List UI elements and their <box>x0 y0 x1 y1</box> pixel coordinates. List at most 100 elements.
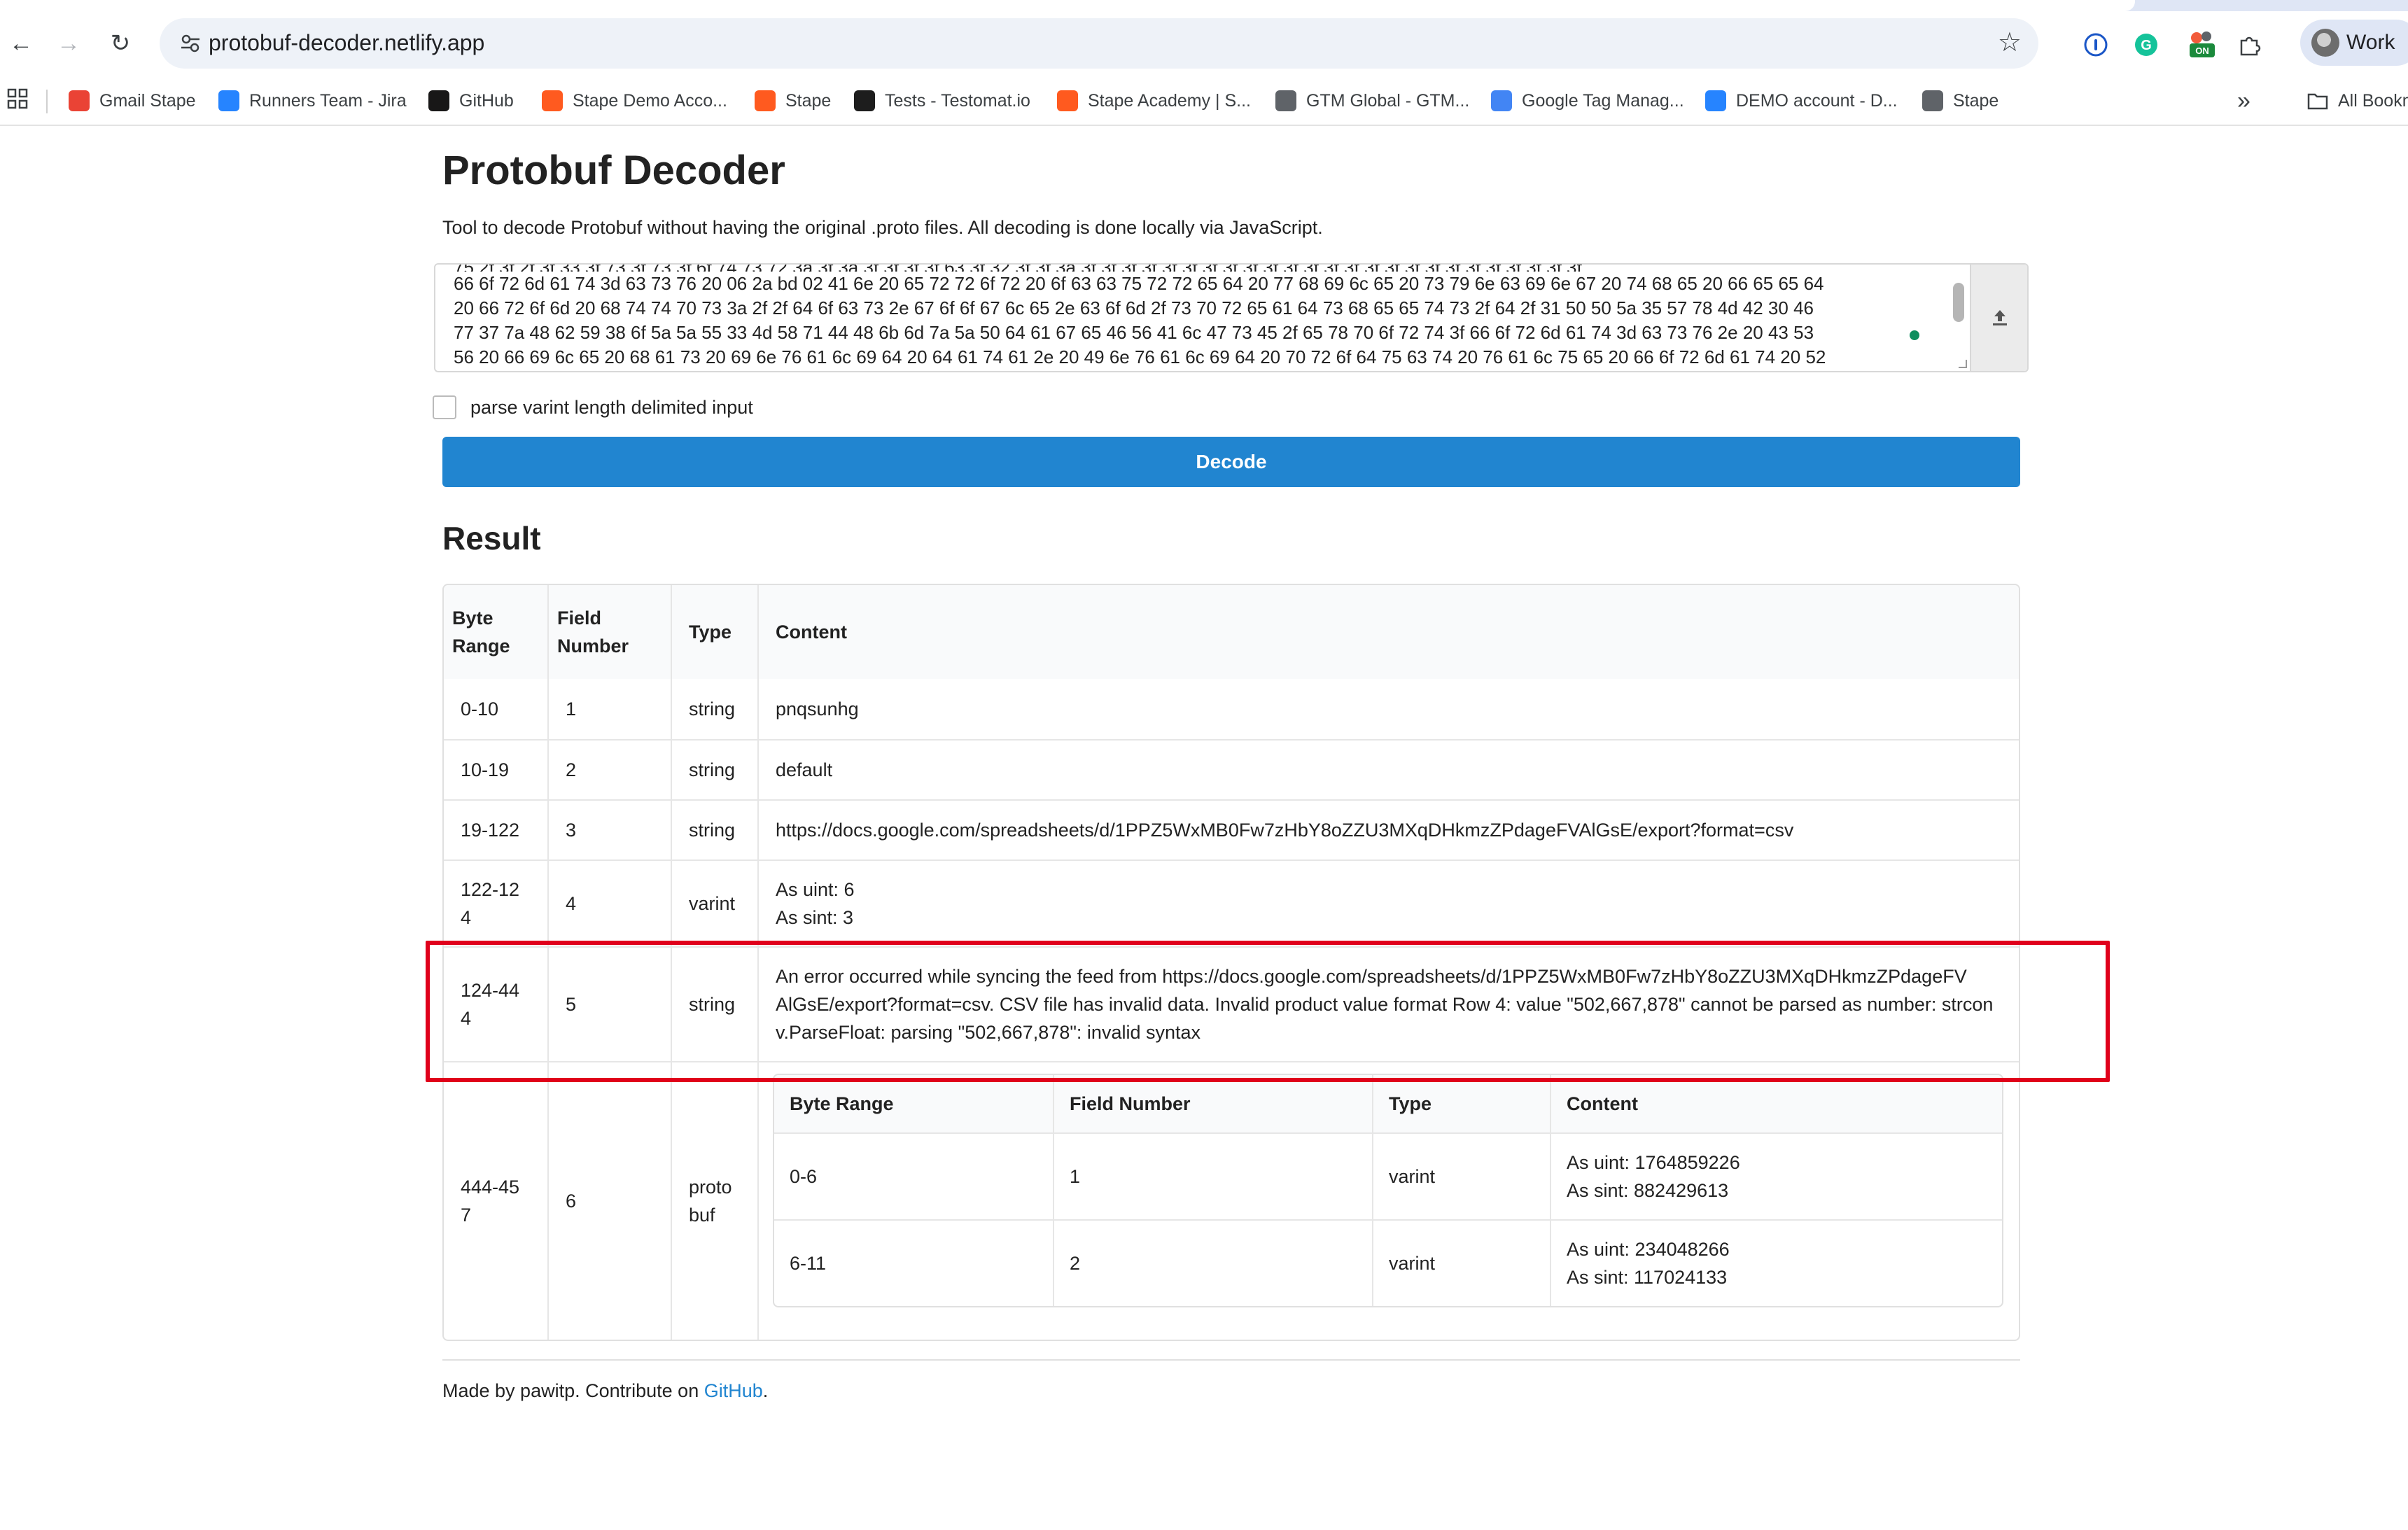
svg-text:ON: ON <box>2195 45 2209 56</box>
page-title: Protobuf Decoder <box>442 148 785 193</box>
header-byte-range: Byte Range <box>452 608 510 657</box>
type-cell: proto buf <box>671 1062 757 1340</box>
url-text[interactable]: protobuf-decoder.netlify.app <box>209 30 484 56</box>
nested-byte-range-cell: 0-6 <box>790 1166 818 1187</box>
bookmark-item[interactable]: gmail-icon Gmail Stape <box>69 87 196 115</box>
nested-byte-range-cell: 6-11 <box>790 1253 827 1274</box>
gtm-icon: gtm-icon <box>1491 90 1512 111</box>
bookmark-label: GTM Global - GTM... <box>1306 90 1470 111</box>
type-cell-line: string <box>689 759 736 780</box>
hex-line: 66 6f 72 6d 61 74 3d 63 73 76 20 06 2a b… <box>454 273 1824 294</box>
bookmark-label: Gmail Stape <box>99 90 196 111</box>
bookmark-item[interactable]: stape-icon Stape Academy | S... <box>1057 87 1251 115</box>
stape-icon: stape-icon <box>1057 90 1078 111</box>
type-cell: string <box>671 679 757 739</box>
browser-toolbar: ← → ↻ protobuf-decoder.netlify.app ☆ G O… <box>0 11 2408 76</box>
all-bookmarks-label: All Bookm <box>2338 90 2408 111</box>
byte-range-cell-line: 10-19 <box>461 759 510 780</box>
type-cell: string <box>671 741 757 799</box>
password-manager-icon[interactable] <box>2080 29 2111 60</box>
byte-range-cell: 10-19 <box>444 741 547 799</box>
type-cell-line: buf <box>689 1205 715 1226</box>
varint-checkbox-row[interactable]: parse varint length delimited input <box>433 393 753 421</box>
content-cell-line: https://docs.google.com/spreadsheets/d/1… <box>776 820 1794 841</box>
hex-input-text[interactable]: 75 2f 3f 2f 3f 33 3f 73 3f 73 3f 6f 74 7… <box>435 265 1968 371</box>
bookmark-item[interactable]: jira-icon Runners Team - Jira <box>218 87 407 115</box>
reload-icon[interactable]: ↻ <box>102 25 139 62</box>
bookmark-item[interactable]: stape-icon Stape <box>755 87 831 115</box>
github-icon: github-icon <box>428 90 449 111</box>
bookmarks-divider <box>46 90 48 113</box>
nested-content-line: As sint: 117024133 <box>1567 1267 1728 1288</box>
nested-type-cell: varint <box>1372 1221 1550 1306</box>
table-row: 122-12 4 4 varint As uint: 6 As sint: 3 <box>444 859 2019 946</box>
page-description: Tool to decode Protobuf without having t… <box>442 217 1323 238</box>
hex-line: 56 20 66 69 6c 65 20 68 61 73 20 69 6e 7… <box>454 346 1826 367</box>
site-info-icon[interactable] <box>175 28 206 59</box>
bookmark-item[interactable]: testomat-icon Tests - Testomat.io <box>854 87 1030 115</box>
svg-text:G: G <box>2141 38 2152 53</box>
byte-range-cell: 19-122 <box>444 801 547 859</box>
content-cell-line: As uint: 6 <box>776 879 855 900</box>
apps-grid-icon[interactable] <box>7 88 29 114</box>
extensions-puzzle-icon[interactable] <box>2234 29 2265 60</box>
nested-field-number-cell: 1 <box>1053 1134 1372 1219</box>
result-heading: Result <box>442 520 541 556</box>
bookmark-item[interactable]: confluence-icon DEMO account - D... <box>1705 87 1898 115</box>
stape-icon: stape-icon <box>755 90 776 111</box>
bookmark-label: Tests - Testomat.io <box>885 90 1030 111</box>
github-link[interactable]: GitHub <box>704 1380 763 1401</box>
varint-checkbox-label[interactable]: parse varint length delimited input <box>470 397 753 419</box>
testomat-icon: testomat-icon <box>854 90 875 111</box>
bookmark-star-icon[interactable]: ☆ <box>1998 27 2022 58</box>
table-row: 0-10 1 string pnqsunhg <box>444 679 2019 739</box>
gmail-icon: gmail-icon <box>69 90 90 111</box>
textarea-resize-handle[interactable] <box>1959 360 1967 368</box>
profile-button[interactable]: Work <box>2300 20 2408 66</box>
type-cell-line: proto <box>689 1177 732 1198</box>
nested-content-line: As sint: 882429613 <box>1567 1180 1729 1201</box>
hex-input-textarea[interactable]: 75 2f 3f 2f 3f 33 3f 73 3f 73 3f 6f 74 7… <box>434 263 2029 372</box>
address-bar[interactable]: protobuf-decoder.netlify.app ☆ <box>160 18 2038 69</box>
bookmark-label: DEMO account - D... <box>1736 90 1898 111</box>
byte-range-cell-line: 122-12 <box>461 879 520 900</box>
varint-length-checkbox[interactable] <box>433 395 456 419</box>
decode-button[interactable]: Decode <box>442 437 2020 487</box>
upload-file-button[interactable] <box>1970 265 2027 371</box>
bookmark-item[interactable]: globe-icon GTM Global - GTM... <box>1275 87 1469 115</box>
grammarly-icon[interactable]: G <box>2131 29 2162 60</box>
folder-icon <box>2307 90 2328 111</box>
bookmark-item[interactable]: github-icon GitHub <box>428 87 514 115</box>
bookmark-item[interactable]: globe-icon Stape <box>1922 87 1998 115</box>
byte-range-cell-line: 0-10 <box>461 699 499 720</box>
tag-assistant-icon[interactable]: ON <box>2187 29 2218 60</box>
bookmark-label: Stape <box>785 90 832 111</box>
bookmark-item[interactable]: stape-icon Stape Demo Acco... <box>542 87 727 115</box>
all-bookmarks-folder[interactable]: All Bookm <box>2307 87 2408 115</box>
hex-line: 77 37 7a 48 62 59 38 6f 5a 5a 55 33 4d 5… <box>454 322 1814 343</box>
grammarly-status-icon[interactable] <box>1910 330 1919 340</box>
table-row: 444-45 7 6 proto buf Byte Range Field Number Ty… <box>444 1061 2019 1340</box>
byte-range-cell: 0-10 <box>444 679 547 739</box>
bookmarks-bar: gmail-icon Gmail Stape jira-icon Runners Te… <box>0 76 2408 126</box>
nested-header-cell: Byte Range <box>790 1093 894 1114</box>
field-number-cell: 2 <box>547 741 671 799</box>
field-number-cell: 6 <box>547 1062 671 1340</box>
field-number-cell: 3 <box>547 801 671 859</box>
profile-label: Work <box>2346 31 2395 54</box>
active-tab[interactable] <box>0 0 2135 11</box>
back-icon[interactable]: ← <box>3 25 39 62</box>
bookmark-label: Google Tag Manag... <box>1522 90 1684 111</box>
type-cell-line: string <box>689 820 736 841</box>
byte-range-cell: 122-12 4 <box>444 861 547 946</box>
nested-result-table: Byte Range Field Number Type Content 0-6 1 var… <box>773 1074 2003 1307</box>
nested-content-cell: Byte Range Field Number Type Content 0-6 1 var… <box>757 1062 2019 1340</box>
more-bookmarks-chevron-icon[interactable]: » <box>2237 87 2250 115</box>
tab-strip <box>0 0 2408 11</box>
textarea-scrollbar[interactable] <box>1953 283 1964 322</box>
bookmark-item[interactable]: gtm-icon Google Tag Manag... <box>1491 87 1684 115</box>
nested-content-cell: As uint: 1764859226 As sint: 882429613 <box>1550 1134 2002 1219</box>
byte-range-cell: 444-45 7 <box>444 1062 547 1340</box>
content-cell-line: pnqsunhg <box>776 699 859 720</box>
forward-icon[interactable]: → <box>50 25 87 62</box>
